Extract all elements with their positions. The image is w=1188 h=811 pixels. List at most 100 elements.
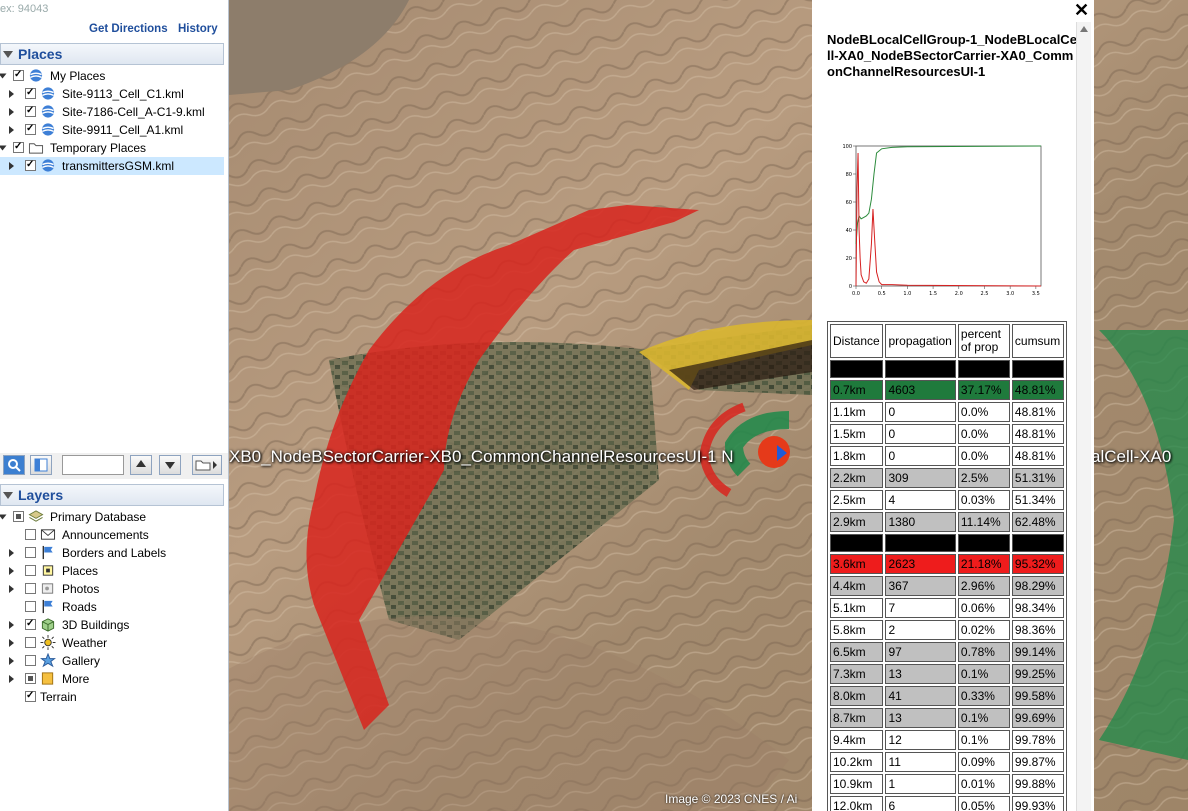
places-icon [42, 565, 54, 576]
expand-arrow-icon[interactable] [9, 657, 14, 665]
cell-distance: 1.8km [830, 446, 884, 466]
history-link[interactable]: History [178, 23, 218, 35]
layer-label: Photos [62, 582, 100, 596]
checkbox[interactable] [25, 529, 36, 540]
checkbox[interactable] [13, 70, 24, 81]
tree-item-my-places[interactable]: My Places [0, 67, 228, 85]
layer-gallery[interactable]: Gallery [0, 652, 228, 670]
expand-arrow-icon[interactable] [9, 567, 14, 575]
cell-cumsum: 98.29% [1011, 576, 1064, 596]
balloon-scrollbar[interactable] [1076, 22, 1091, 811]
x-tick-label: 3.0 [1006, 291, 1014, 297]
checkbox[interactable] [25, 565, 36, 576]
expand-arrow-icon[interactable] [0, 514, 7, 520]
move-up-button[interactable] [130, 455, 152, 475]
cell-cumsum: 98.34% [1011, 598, 1064, 618]
panel-toggle-button[interactable] [30, 455, 52, 475]
tree-item-site-7186[interactable]: Site-7186-Cell_A-C1-9.kml [0, 103, 228, 121]
checkbox[interactable] [25, 124, 36, 135]
expand-arrow-icon[interactable] [9, 126, 14, 134]
cell-distance: 9.4km [830, 730, 884, 750]
map-overlay-label-right: alCell-XA0 [1091, 447, 1172, 466]
cell-distance: 1.1km [830, 402, 884, 422]
tree-item-site-9911[interactable]: Site-9911_Cell_A1.kml [0, 121, 228, 139]
checkbox[interactable] [25, 673, 36, 684]
checkbox[interactable] [13, 142, 24, 153]
table-row: 8.0km 41 0.33% 99.58% [830, 686, 1064, 706]
table-row: 3.6km 2623 21.18% 95.32% [830, 554, 1064, 574]
road-icon [42, 599, 53, 614]
cell-distance: 8.7km [830, 708, 884, 728]
cell-percent: 2.96% [957, 576, 1010, 596]
arrow-up-icon [136, 460, 146, 467]
tree-item-site-9113[interactable]: Site-9113_Cell_C1.kml [0, 85, 228, 103]
get-directions-link[interactable]: Get Directions [89, 23, 168, 35]
cell-percent: 21.18% [957, 554, 1010, 574]
layer-more[interactable]: More [0, 670, 228, 688]
cell-propagation: 41 [885, 686, 956, 706]
checkbox[interactable] [25, 637, 36, 648]
checkbox[interactable] [13, 511, 24, 522]
checkbox[interactable] [25, 88, 36, 99]
close-icon[interactable]: ✕ [1074, 0, 1089, 21]
cell-percent: 0.01% [957, 774, 1010, 794]
layer-3d-buildings[interactable]: 3D Buildings [0, 616, 228, 634]
table-row: 5.1km 7 0.06% 98.34% [830, 598, 1064, 618]
y-tick-label: 0 [849, 284, 852, 290]
places-header-label: Places [18, 46, 63, 62]
cell-distance: 4.4km [830, 576, 884, 596]
collapse-triangle-icon[interactable] [3, 492, 13, 500]
search-button[interactable] [3, 455, 25, 475]
toolbar-input[interactable] [62, 455, 124, 475]
layer-weather[interactable]: Weather [0, 634, 228, 652]
layer-terrain[interactable]: Terrain [0, 688, 228, 706]
checkbox[interactable] [25, 691, 36, 702]
cell-propagation: 4 [885, 490, 956, 510]
move-down-button[interactable] [159, 455, 181, 475]
collapse-triangle-icon[interactable] [3, 51, 13, 59]
table-row: 8.7km 13 0.1% 99.69% [830, 708, 1064, 728]
cell-cumsum: 98.36% [1011, 620, 1064, 640]
checkbox[interactable] [25, 160, 36, 171]
layer-borders-labels[interactable]: Borders and Labels [0, 544, 228, 562]
tree-item-label: Site-9113_Cell_C1.kml [62, 87, 184, 101]
expand-arrow-icon[interactable] [9, 162, 14, 170]
expand-arrow-icon[interactable] [0, 73, 7, 79]
expand-arrow-icon[interactable] [9, 639, 14, 647]
panel-icon [34, 458, 48, 472]
checkbox[interactable] [25, 106, 36, 117]
table-row: 6.5km 97 0.78% 99.14% [830, 642, 1064, 662]
cell-distance: 5.8km [830, 620, 884, 640]
tree-item-temporary-places[interactable]: Temporary Places [0, 139, 228, 157]
scroll-up-icon[interactable] [1080, 26, 1088, 32]
folder-menu-button[interactable] [192, 455, 222, 475]
checkbox[interactable] [25, 619, 36, 630]
checkbox[interactable] [25, 547, 36, 558]
layers-panel-header[interactable]: Layers [0, 484, 224, 506]
expand-arrow-icon[interactable] [9, 108, 14, 116]
tree-item-transmitters-gsm[interactable]: transmittersGSM.kml [0, 157, 224, 175]
layer-announcements[interactable]: Announcements [0, 526, 228, 544]
expand-arrow-icon[interactable] [9, 585, 14, 593]
cell-distance: 2.2km [830, 468, 884, 488]
cell-cumsum: 48.81% [1011, 380, 1064, 400]
expand-arrow-icon[interactable] [9, 621, 14, 629]
expand-arrow-icon[interactable] [9, 90, 14, 98]
expand-arrow-icon[interactable] [0, 145, 7, 151]
cell-cumsum [1011, 534, 1064, 552]
layer-roads[interactable]: Roads [0, 598, 228, 616]
checkbox[interactable] [25, 655, 36, 666]
cell-percent: 0.0% [957, 446, 1010, 466]
cell-percent [957, 534, 1010, 552]
expand-arrow-icon[interactable] [9, 549, 14, 557]
layer-label: Places [62, 564, 99, 578]
cell-propagation: 2 [885, 620, 956, 640]
layer-photos[interactable]: Photos [0, 580, 228, 598]
cell-propagation: 97 [885, 642, 956, 662]
places-panel-header[interactable]: Places [0, 43, 224, 65]
checkbox[interactable] [25, 601, 36, 612]
expand-arrow-icon[interactable] [9, 675, 14, 683]
layer-primary-database[interactable]: Primary Database [0, 508, 228, 526]
checkbox[interactable] [25, 583, 36, 594]
layer-places[interactable]: Places [0, 562, 228, 580]
